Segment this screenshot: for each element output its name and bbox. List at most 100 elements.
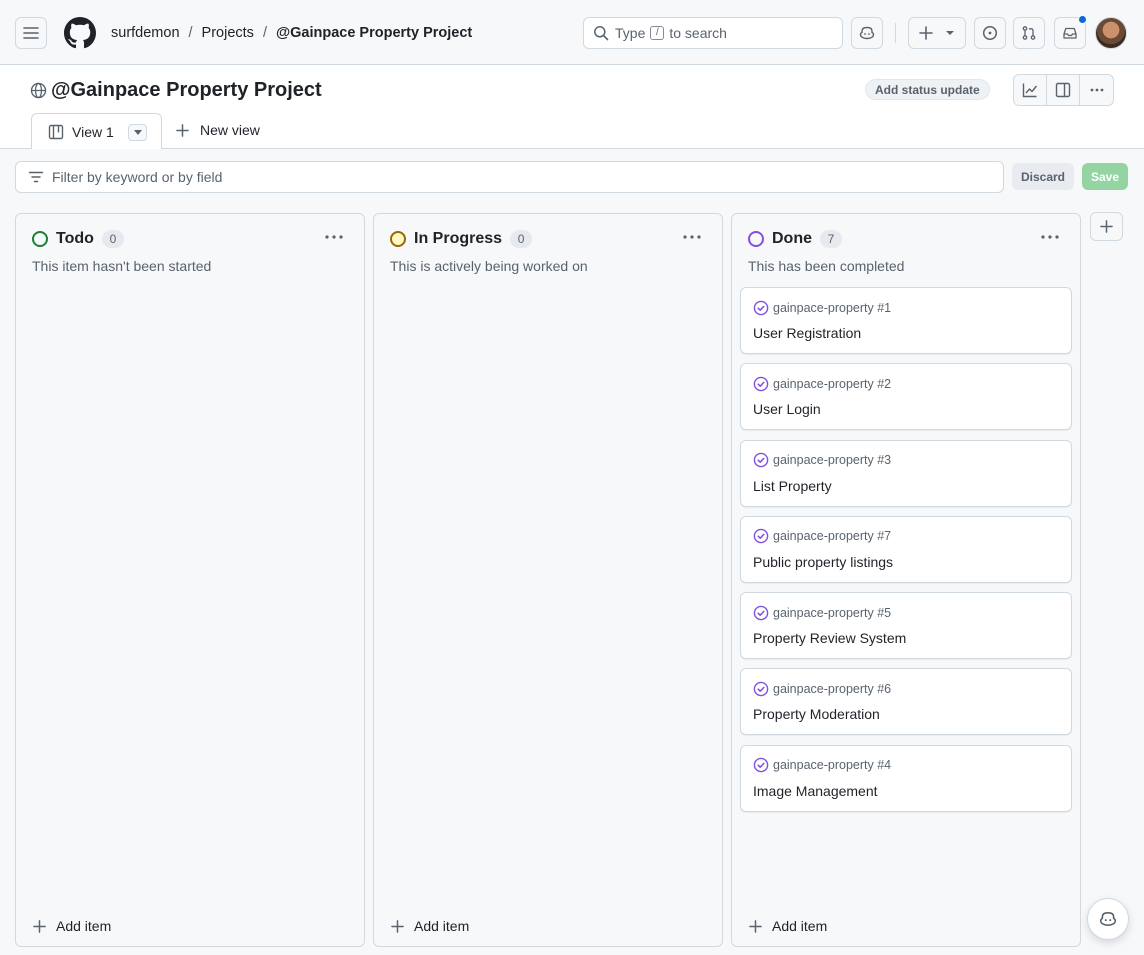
project-menu-button[interactable]: [1080, 75, 1113, 105]
issue-card[interactable]: gainpace-property #6 Property Moderation: [740, 668, 1072, 736]
card-title[interactable]: User Registration: [753, 325, 861, 341]
column-title: In Progress: [414, 230, 503, 247]
sidebar-expand-icon: [1055, 82, 1071, 98]
column-description: This item hasn't been started: [32, 258, 212, 274]
menu-button[interactable]: [15, 17, 47, 49]
breadcrumb-separator: /: [262, 25, 267, 41]
column-count-badge: 0: [101, 230, 124, 248]
save-button[interactable]: Save: [1082, 163, 1128, 190]
issue-reference[interactable]: gainpace-property #3: [773, 453, 891, 467]
triangle-down-icon: [133, 130, 142, 135]
new-view-button[interactable]: New view: [176, 122, 260, 138]
issue-closed-icon: [753, 529, 769, 544]
kebab-horizontal-icon: [683, 235, 701, 239]
issue-closed-icon: [753, 452, 769, 468]
column-menu-button[interactable]: [678, 227, 706, 247]
search-shortcut-key: /: [650, 26, 665, 40]
issue-closed-icon: [753, 605, 769, 620]
column-count-badge: 7: [820, 230, 842, 248]
status-circle-icon: [390, 231, 406, 247]
add-item-label: Add item: [56, 918, 112, 934]
tab-label: View 1: [72, 124, 114, 140]
issue-card[interactable]: gainpace-property #1 User Registration: [740, 287, 1072, 354]
issue-card[interactable]: gainpace-property #2 User Login: [740, 363, 1072, 431]
column-description: This has been completed: [748, 258, 905, 274]
search-suffix: to search: [669, 25, 727, 41]
card-list: gainpace-property #1 User Registration g…: [740, 287, 1072, 821]
issue-card[interactable]: gainpace-property #5 Property Review Sys…: [740, 592, 1072, 660]
pull-requests-button[interactable]: [1013, 17, 1045, 49]
issue-closed-icon: [753, 681, 769, 697]
add-item-button[interactable]: Add item: [33, 915, 111, 937]
copilot-button[interactable]: [851, 17, 883, 49]
column-menu-button[interactable]: [1036, 227, 1064, 247]
column-count-badge: 0: [510, 230, 533, 248]
toggle-side-panel-button[interactable]: [1047, 75, 1080, 105]
git-pull-request-icon: [1022, 26, 1036, 40]
issues-button[interactable]: [974, 17, 1006, 49]
issue-reference[interactable]: gainpace-property #7: [773, 529, 891, 543]
column-title: Done: [772, 230, 812, 247]
copilot-chat-button[interactable]: [1087, 898, 1129, 940]
plus-icon: [749, 919, 762, 933]
card-meta: gainpace-property #1: [753, 299, 891, 316]
plus-icon: [176, 123, 189, 137]
issue-closed-icon: [753, 376, 769, 392]
add-column-button[interactable]: [1090, 212, 1123, 241]
issue-reference[interactable]: gainpace-property #4: [773, 758, 891, 772]
search-prefix: Type: [615, 25, 646, 41]
card-meta: gainpace-property #5: [753, 604, 891, 621]
card-title[interactable]: Public property listings: [753, 554, 893, 570]
kebab-horizontal-icon: [325, 235, 343, 239]
card-title[interactable]: Property Moderation: [753, 706, 880, 722]
avatar[interactable]: [1095, 17, 1127, 49]
plus-icon: [391, 919, 404, 933]
issue-card[interactable]: gainpace-property #7 Public property lis…: [740, 515, 1072, 583]
filter-placeholder: Filter by keyword or by field: [52, 169, 223, 185]
kebab-horizontal-icon: [1090, 88, 1103, 92]
board-column-in-progress: In Progress 0 This is actively being wor…: [373, 213, 723, 947]
breadcrumb-owner[interactable]: surfdemon: [111, 25, 180, 41]
add-item-button[interactable]: Add item: [391, 915, 469, 937]
card-meta: gainpace-property #7: [753, 528, 891, 545]
create-new-button[interactable]: [908, 17, 966, 49]
breadcrumb-projects[interactable]: Projects: [202, 25, 254, 41]
inbox-icon: [1063, 27, 1077, 39]
issue-card[interactable]: gainpace-property #3 List Property: [740, 439, 1072, 507]
issue-reference[interactable]: gainpace-property #5: [773, 606, 891, 620]
board-column-todo: Todo 0 This item hasn't been started Add…: [15, 213, 365, 947]
issue-reference[interactable]: gainpace-property #6: [773, 682, 891, 696]
card-title[interactable]: Property Review System: [753, 630, 906, 646]
issue-reference[interactable]: gainpace-property #1: [773, 301, 891, 315]
header-divider: [895, 23, 896, 43]
filter-input[interactable]: Filter by keyword or by field: [15, 161, 1004, 193]
column-header: In Progress 0: [390, 229, 533, 249]
issue-reference[interactable]: gainpace-property #2: [773, 377, 891, 391]
plus-icon: [919, 26, 933, 40]
add-item-label: Add item: [414, 918, 470, 934]
discard-button[interactable]: Discard: [1012, 163, 1074, 190]
tab-view-1[interactable]: View 1: [31, 113, 162, 150]
issue-closed-icon: [753, 757, 769, 773]
project-board-icon: [48, 124, 64, 140]
github-logo-icon[interactable]: [64, 17, 96, 49]
search-input[interactable]: Type / to search: [583, 17, 843, 49]
add-item-button[interactable]: Add item: [749, 915, 827, 937]
breadcrumb: surfdemon / Projects / @Gainpace Propert…: [111, 23, 472, 43]
insights-button[interactable]: [1014, 75, 1047, 105]
breadcrumb-project[interactable]: @Gainpace Property Project: [276, 25, 472, 41]
card-title[interactable]: Image Management: [753, 783, 878, 799]
hamburger-icon: [23, 27, 39, 39]
card-title[interactable]: List Property: [753, 478, 832, 494]
issue-card[interactable]: gainpace-property #4 Image Management: [740, 744, 1072, 812]
search-icon: [594, 26, 609, 41]
card-title[interactable]: User Login: [753, 401, 821, 417]
add-status-update-button[interactable]: Add status update: [865, 79, 990, 100]
view-options-button[interactable]: [128, 124, 147, 141]
card-meta: gainpace-property #6: [753, 680, 891, 697]
project-actions: [1013, 74, 1114, 106]
filter-icon: [28, 171, 44, 183]
add-item-label: Add item: [772, 918, 828, 934]
column-menu-button[interactable]: [320, 227, 348, 247]
breadcrumb-separator: /: [188, 25, 193, 41]
